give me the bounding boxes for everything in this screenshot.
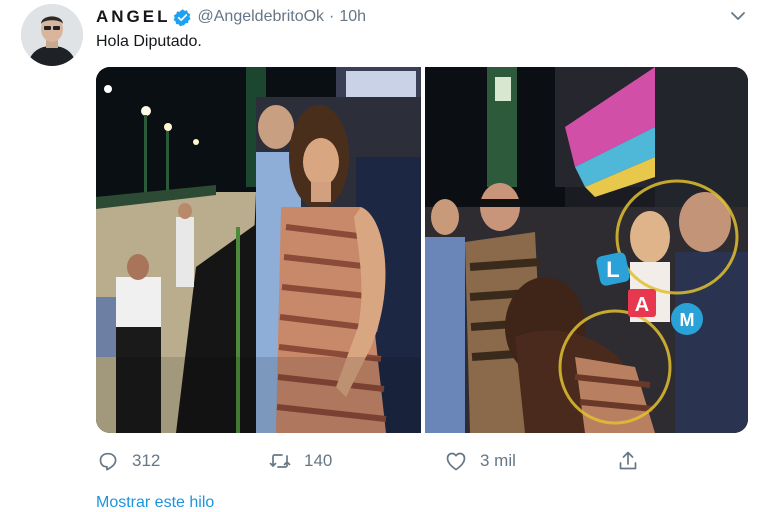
svg-text:L: L — [606, 257, 619, 282]
svg-text:A: A — [635, 294, 649, 316]
author-handle[interactable]: @AngeldebritoOk — [198, 8, 325, 26]
chevron-down-icon[interactable] — [728, 6, 748, 26]
sticker-m-icon: M — [671, 303, 703, 335]
retweet-button[interactable]: 140 — [268, 449, 332, 473]
photo-stadium[interactable] — [96, 67, 421, 433]
tweet-actions: 312 140 3 mil — [96, 449, 756, 473]
sticker-a-icon: A — [628, 289, 656, 317]
photo-crowd[interactable]: L A M — [425, 67, 748, 433]
reply-count: 312 — [132, 451, 161, 470]
share-button[interactable] — [616, 449, 652, 473]
reply-icon — [99, 452, 117, 471]
tweet-timestamp[interactable]: 10h — [339, 8, 366, 26]
verified-badge-icon — [173, 8, 192, 27]
tweet-media: L A M — [96, 67, 748, 433]
reply-button[interactable]: 312 — [96, 449, 160, 473]
author-name[interactable]: ANGEL — [96, 7, 171, 27]
sticker-l-icon: L — [596, 252, 630, 286]
retweet-count: 140 — [304, 451, 333, 470]
share-icon — [619, 451, 637, 470]
svg-text:M: M — [680, 310, 695, 330]
show-thread-link[interactable]: Mostrar este hilo — [96, 494, 214, 512]
heart-icon — [446, 452, 466, 471]
like-button[interactable]: 3 mil — [444, 449, 516, 473]
retweet-icon — [269, 454, 291, 468]
avatar[interactable] — [21, 4, 83, 66]
tweet-text: Hola Diputado. — [96, 33, 202, 50]
header-separator: · — [329, 8, 335, 25]
tweet-header: ANGEL @AngeldebritoOk · 10h — [96, 6, 366, 28]
like-count: 3 mil — [480, 451, 516, 470]
